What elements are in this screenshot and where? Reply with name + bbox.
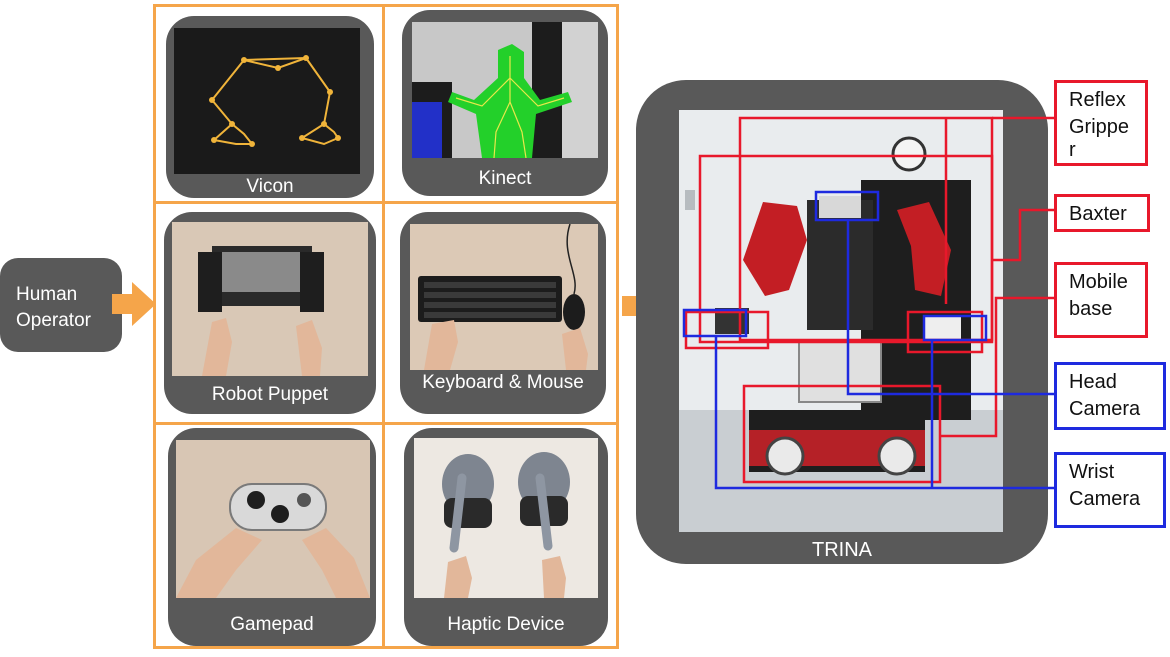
callout-reflex-gripper: Reflex Grippe r bbox=[1054, 80, 1148, 166]
wrist-camera-line1: Wrist bbox=[1069, 461, 1115, 483]
wrist-camera-line2: Camera bbox=[1069, 488, 1141, 510]
red-leader-baxter bbox=[992, 208, 1055, 262]
mobile-base-line2: base bbox=[1069, 298, 1113, 320]
red-leader-mobile-base bbox=[940, 296, 1055, 438]
blue-box-wrist-left bbox=[682, 308, 748, 338]
blue-leader-wrist-camera bbox=[714, 336, 1055, 490]
blue-box-wrist-right bbox=[922, 314, 988, 342]
red-box-baxter bbox=[698, 154, 994, 344]
head-camera-line2: Camera bbox=[1069, 398, 1141, 420]
annotation-overlay bbox=[682, 116, 1055, 490]
reflex-gripper-line3: r bbox=[1069, 139, 1076, 161]
baxter-label: Baxter bbox=[1069, 203, 1127, 225]
reflex-gripper-line1: Reflex bbox=[1069, 89, 1126, 111]
head-camera-line1: Head bbox=[1069, 371, 1117, 393]
red-box-baxter-top bbox=[738, 116, 994, 342]
blue-box-head-camera bbox=[814, 190, 880, 222]
callout-baxter: Baxter bbox=[1054, 194, 1150, 232]
callout-wrist-camera: Wrist Camera bbox=[1054, 452, 1166, 528]
blue-leader-head-camera bbox=[846, 220, 1055, 396]
red-box-gripper-right bbox=[906, 310, 984, 354]
callout-head-camera: Head Camera bbox=[1054, 362, 1166, 430]
mobile-base-line1: Mobile bbox=[1069, 271, 1128, 293]
red-box-mobile-base bbox=[742, 384, 942, 484]
callout-mobile-base: Mobile base bbox=[1054, 262, 1148, 338]
